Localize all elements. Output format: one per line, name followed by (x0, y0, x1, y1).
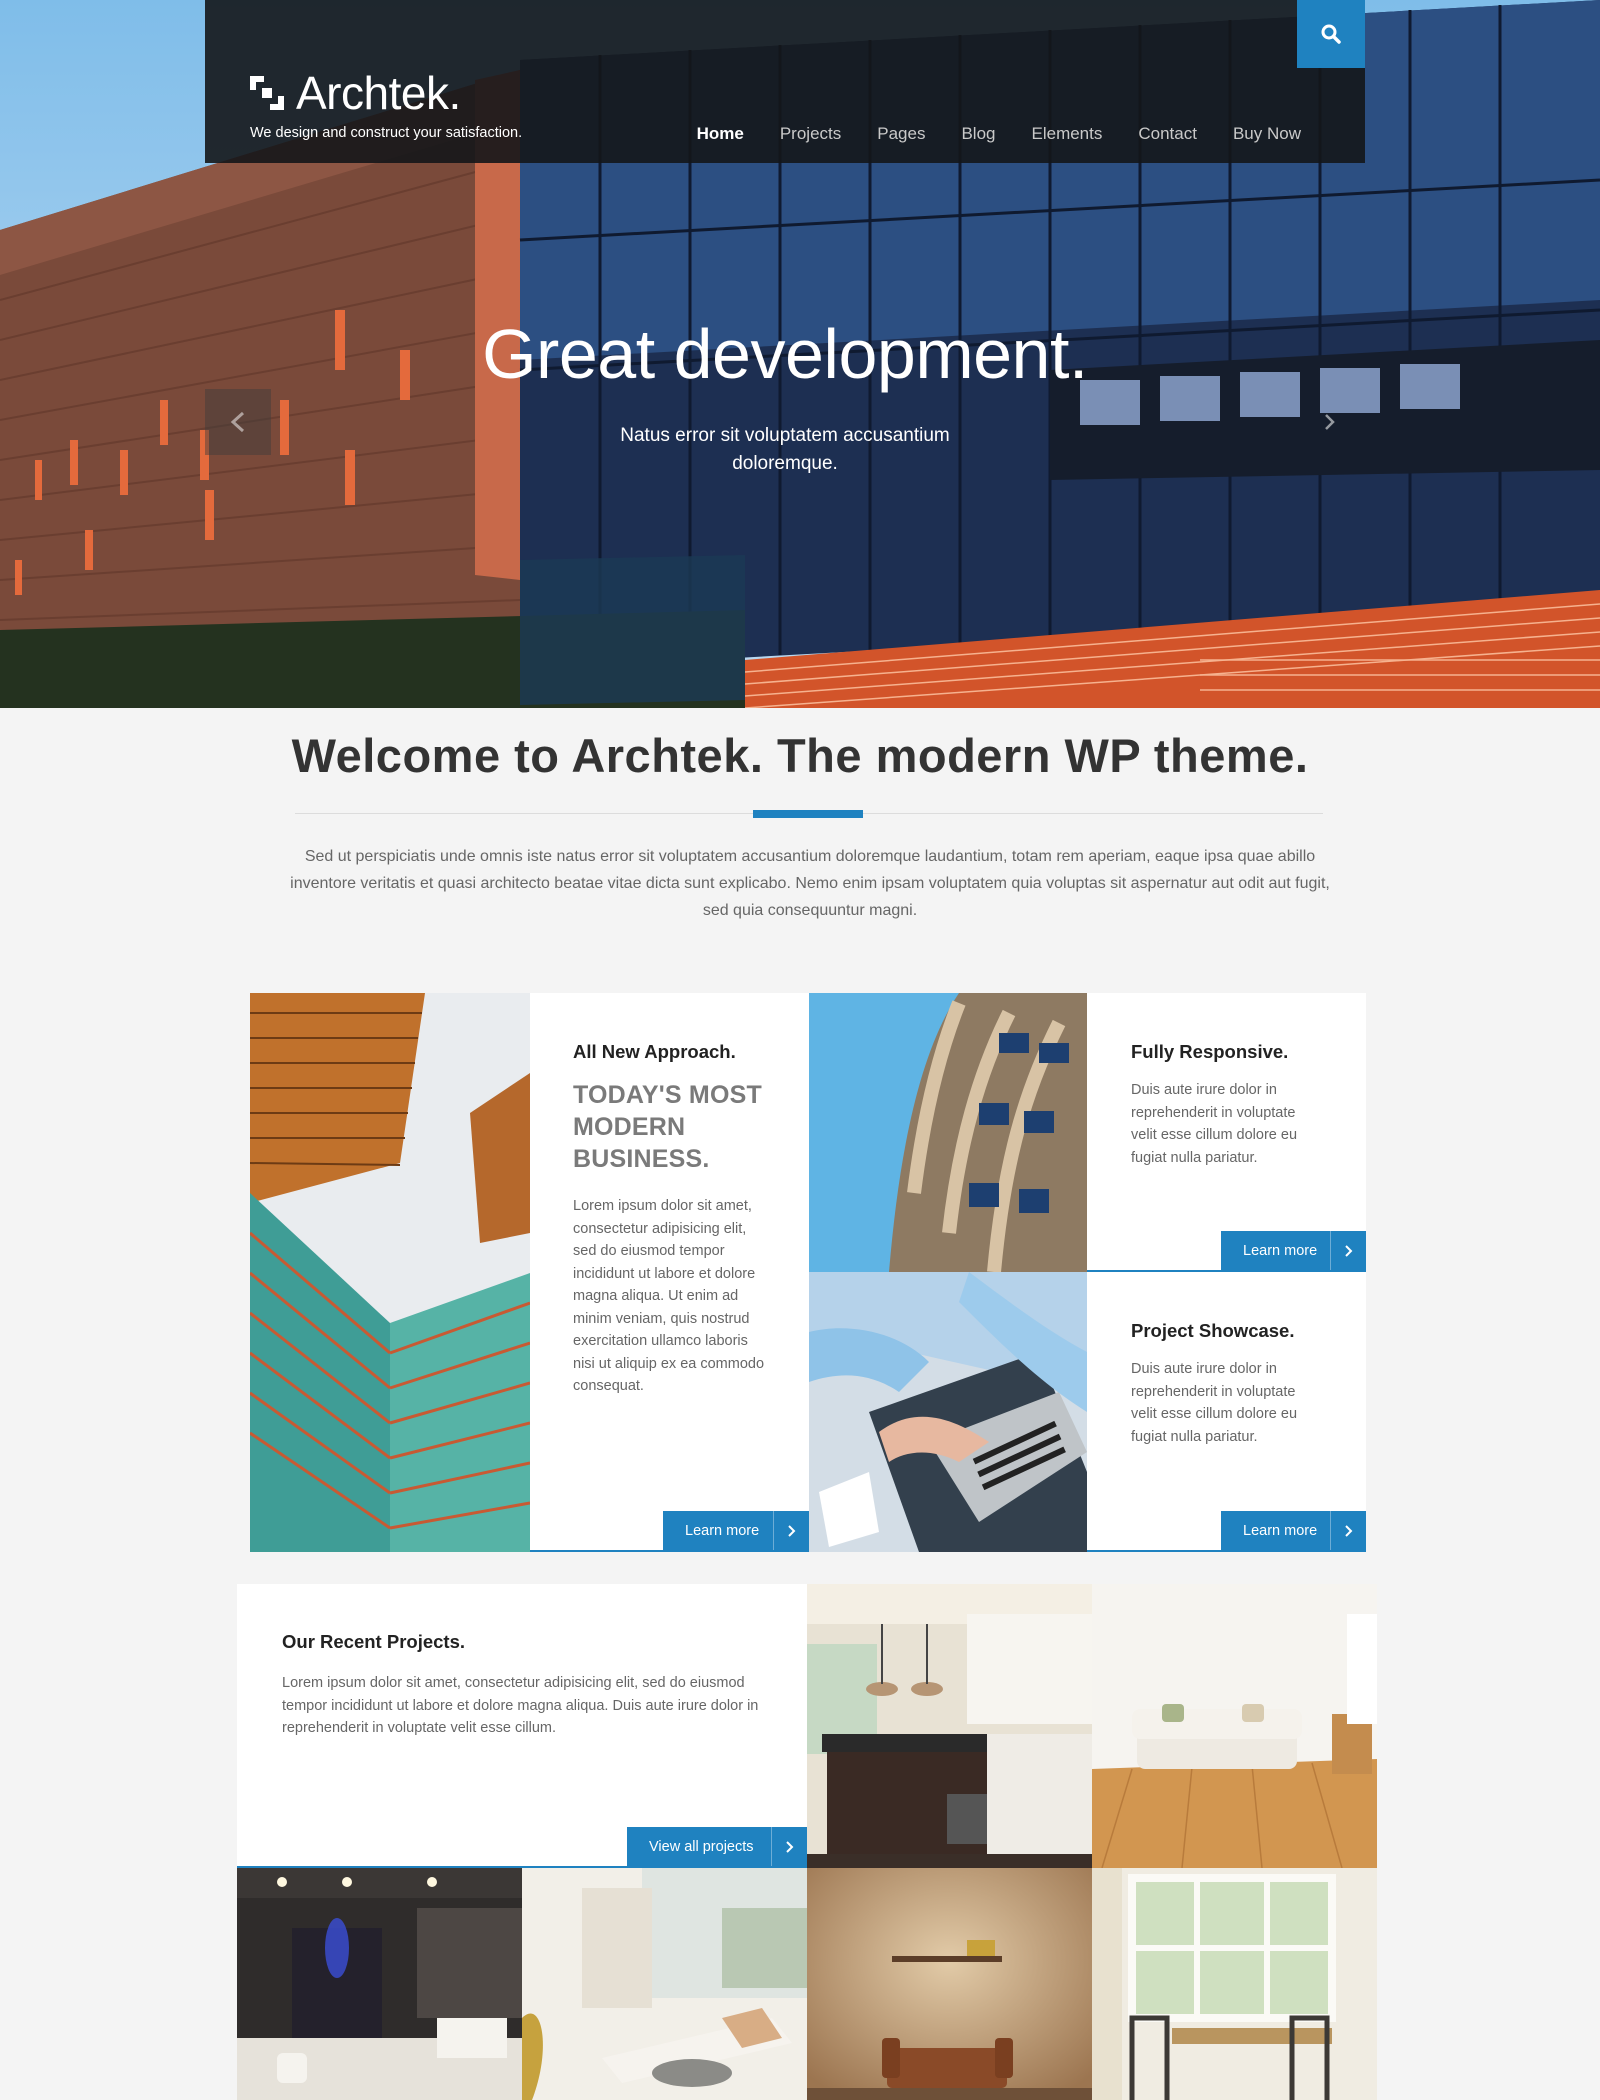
logo-text: Archtek. (296, 67, 461, 119)
chevron-right-icon (773, 1511, 809, 1550)
project-sofa-wall-image[interactable] (807, 1868, 1092, 2100)
nav-pages[interactable]: Pages (877, 124, 925, 144)
chevron-right-icon (1330, 1231, 1366, 1270)
nav-buy-now[interactable]: Buy Now (1233, 124, 1301, 144)
view-all-projects-label: View all projects (649, 1838, 754, 1855)
feature-showcase-text: Duis aute irure dolor in reprehenderit i… (1131, 1361, 1298, 1445)
feature-showcase-title: Project Showcase. (1131, 1320, 1295, 1341)
nav-projects[interactable]: Projects (780, 124, 841, 144)
chevron-left-icon (230, 411, 245, 433)
hero-subtitle: Natus error sit voluptatem accusantium d… (620, 425, 950, 474)
approach-learn-more-label: Learn more (685, 1522, 760, 1539)
feature-approach-headline: TODAY'S MOST MODERN BUSINESS. (573, 1081, 762, 1173)
site-tagline: We design and construct your satisfactio… (250, 125, 523, 141)
welcome-title-brand: Archtek. (571, 729, 764, 782)
hero-title: Great development. (482, 315, 1088, 393)
showcase-learn-more-button[interactable]: Learn more (1221, 1511, 1366, 1550)
view-all-projects-button[interactable]: View all projects (627, 1827, 807, 1866)
project-lounge-image[interactable] (522, 1868, 807, 2100)
recent-projects-card: Our Recent Projects. Lorem ipsum dolor s… (237, 1584, 807, 1868)
feature-responsive-text: Duis aute irure dolor in reprehenderit i… (1131, 1082, 1298, 1166)
chevron-right-icon (771, 1827, 807, 1866)
feature-card-showcase: Project Showcase. Duis aute irure dolor … (1087, 1272, 1366, 1552)
welcome-title-post: The modern WP theme. (763, 729, 1309, 782)
hero-slider: Archtek. We design and construct your sa… (0, 0, 1600, 708)
recent-projects-text: Lorem ipsum dolor sit amet, consectetur … (282, 1675, 759, 1736)
feature-approach-title: All New Approach. (573, 1041, 736, 1062)
welcome-heading: Welcome to Archtek. The modern WP theme. (0, 728, 1600, 783)
nav-elements[interactable]: Elements (1032, 124, 1103, 144)
responsive-learn-more-button[interactable]: Learn more (1221, 1231, 1366, 1270)
project-living-room-image[interactable] (1092, 1584, 1377, 1868)
logo-mark-icon (250, 76, 284, 110)
feature-approach-text: Lorem ipsum dolor sit amet, consectetur … (573, 1198, 765, 1394)
nav-contact[interactable]: Contact (1138, 124, 1197, 144)
project-kitchen-image[interactable] (807, 1584, 1092, 1868)
project-dining-room-image[interactable] (1092, 1868, 1377, 2100)
welcome-title-pre: Welcome to (291, 729, 572, 782)
feature-responsive-title: Fully Responsive. (1131, 1041, 1289, 1062)
responsive-learn-more-label: Learn more (1243, 1242, 1318, 1259)
welcome-text: Sed ut perspiciatis unde omnis iste natu… (290, 848, 1330, 919)
laptop-meeting-image (809, 1272, 1087, 1552)
feature-card-approach: All New Approach. TODAY'S MOST MODERN BU… (530, 993, 809, 1552)
slider-next-button[interactable] (1315, 405, 1345, 439)
showcase-learn-more-label: Learn more (1243, 1522, 1318, 1539)
search-icon (1321, 24, 1341, 44)
approach-learn-more-button[interactable]: Learn more (663, 1511, 809, 1550)
section-divider-accent (753, 810, 863, 818)
site-logo[interactable]: Archtek. (250, 66, 461, 120)
chevron-right-icon (1325, 414, 1335, 430)
search-button[interactable] (1297, 0, 1365, 68)
project-bathroom-image[interactable] (237, 1868, 522, 2100)
slider-prev-button[interactable] (205, 389, 271, 455)
skyscraper-image (250, 993, 530, 1552)
nav-blog[interactable]: Blog (961, 124, 995, 144)
curved-building-image (809, 993, 1087, 1272)
chevron-right-icon (1330, 1511, 1366, 1550)
site-header: Archtek. We design and construct your sa… (205, 0, 1365, 163)
recent-projects-title: Our Recent Projects. (282, 1631, 466, 1652)
main-nav: Home Projects Pages Blog Elements Contac… (697, 124, 1301, 144)
nav-home[interactable]: Home (697, 124, 744, 144)
feature-card-responsive: Fully Responsive. Duis aute irure dolor … (1087, 993, 1366, 1272)
